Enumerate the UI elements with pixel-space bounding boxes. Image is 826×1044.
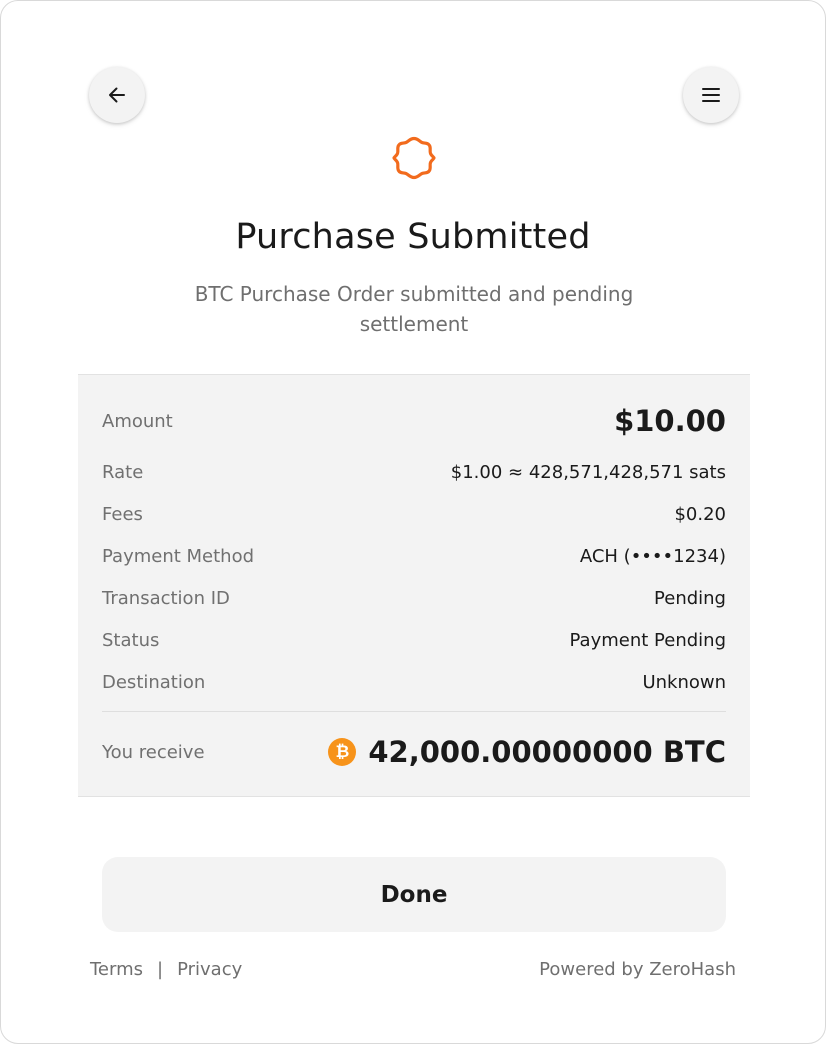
detail-row-destination: Destination Unknown: [102, 667, 726, 697]
payment-method-label: Payment Method: [102, 545, 255, 567]
back-button[interactable]: [89, 67, 145, 123]
detail-row-amount: Amount $10.00: [102, 399, 726, 443]
status-label: Status: [102, 629, 160, 651]
payment-method-value: ACH (••••1234): [579, 545, 726, 567]
detail-row-rate: Rate $1.00 ≈ 428,571,428,571 sats: [102, 457, 726, 487]
details-divider: [102, 711, 726, 712]
bitcoin-icon: ₿: [328, 738, 357, 766]
arrow-left-icon: [107, 85, 127, 105]
fees-label: Fees: [102, 503, 143, 525]
terms-link[interactable]: Terms: [90, 959, 143, 980]
page-title: Purchase Submitted: [235, 217, 591, 257]
destination-label: Destination: [102, 671, 206, 693]
transaction-id-label: Transaction ID: [102, 587, 230, 609]
rate-value: $1.00 ≈ 428,571,428,571 sats: [450, 461, 726, 483]
transaction-id-value: Pending: [654, 587, 726, 609]
rate-label: Rate: [102, 461, 144, 483]
fees-value: $0.20: [674, 503, 726, 525]
you-receive-label: You receive: [102, 741, 205, 763]
detail-row-you-receive: You receive ₿ 42,000.00000000 BTC: [102, 729, 726, 775]
status-value: Payment Pending: [569, 629, 726, 651]
order-details-panel: Amount $10.00 Rate $1.00 ≈ 428,571,428,5…: [78, 374, 750, 797]
amount-label: Amount: [102, 410, 173, 432]
detail-row-transaction-id: Transaction ID Pending: [102, 583, 726, 613]
page-subtitle: BTC Purchase Order submitted and pending…: [194, 282, 634, 336]
detail-row-fees: Fees $0.20: [102, 499, 726, 529]
purchase-receipt-screen: Purchase Submitted BTC Purchase Order su…: [0, 0, 826, 1044]
footer-separator: |: [157, 958, 164, 980]
amount-value: $10.00: [614, 404, 726, 438]
privacy-link[interactable]: Privacy: [177, 959, 242, 980]
hamburger-menu-icon: [701, 86, 721, 104]
powered-by-text: Powered by ZeroHash: [539, 958, 736, 980]
detail-row-status: Status Payment Pending: [102, 625, 726, 655]
menu-button[interactable]: [683, 67, 739, 123]
you-receive-value-group: ₿ 42,000.00000000 BTC: [328, 735, 726, 769]
footer-links: Terms | Privacy: [90, 956, 242, 982]
done-button[interactable]: Done: [102, 857, 726, 932]
detail-row-payment-method: Payment Method ACH (••••1234): [102, 541, 726, 571]
you-receive-value: 42,000.00000000 BTC: [368, 735, 726, 769]
destination-value: Unknown: [642, 671, 726, 693]
pending-badge-icon: [390, 134, 438, 182]
